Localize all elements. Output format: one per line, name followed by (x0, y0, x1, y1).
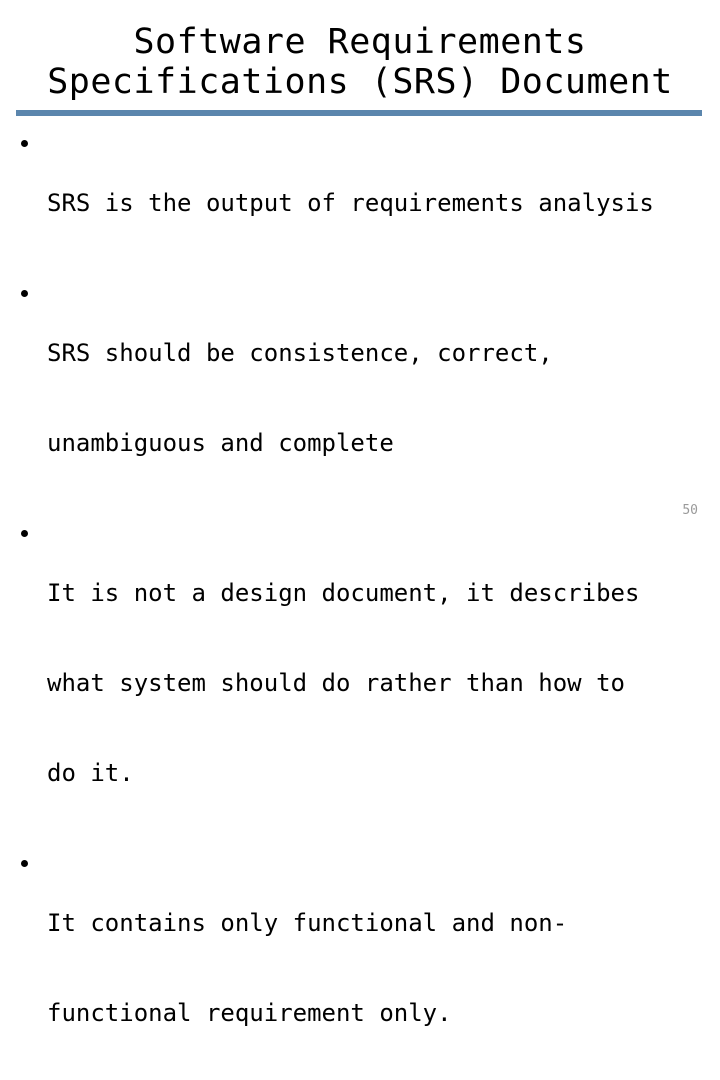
list-item-line: SRS is the output of requirements analys… (47, 189, 654, 217)
list-item-text: It is not a design document, it describe… (47, 518, 712, 848)
list-item-text: It contains only functional and non- fun… (47, 848, 712, 1080)
page-title-line-1: Software Requirements (133, 22, 587, 62)
list-item: It is not a design document, it describe… (12, 518, 712, 848)
bullet-dot-icon (21, 860, 28, 867)
list-item-line: unambiguous and complete (47, 429, 394, 457)
page-title: Software Requirements Specifications (SR… (12, 22, 708, 102)
title-divider-rule (16, 110, 702, 116)
list-item: It contains only functional and non- fun… (12, 848, 712, 1080)
slide-canvas: Software Requirements Specifications (SR… (0, 0, 720, 1027)
list-item-line: what system should do rather than how to (47, 669, 625, 697)
list-item-text: SRS is the output of requirements analys… (47, 128, 712, 278)
bullet-list: SRS is the output of requirements analys… (12, 128, 712, 1080)
page-number: 50 (682, 503, 698, 518)
list-item-text: SRS should be consistence, correct, unam… (47, 278, 712, 518)
list-item-line: functional requirement only. (47, 999, 452, 1027)
page-title-line-2: Specifications (SRS) Document (47, 62, 673, 102)
bullet-dot-icon (21, 530, 28, 537)
list-item-line: It is not a design document, it describe… (47, 579, 640, 607)
bullet-dot-icon (21, 140, 28, 147)
list-item-line: do it. (47, 759, 134, 787)
list-item: SRS is the output of requirements analys… (12, 128, 712, 278)
bullet-dot-icon (21, 290, 28, 297)
list-item: SRS should be consistence, correct, unam… (12, 278, 712, 518)
list-item-line: It contains only functional and non- (47, 909, 568, 937)
list-item-line: SRS should be consistence, correct, (47, 339, 553, 367)
